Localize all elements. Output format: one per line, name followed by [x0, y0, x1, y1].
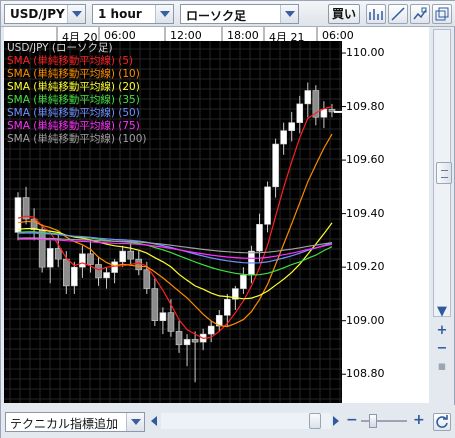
candle-body — [304, 90, 312, 105]
chevron-down-icon[interactable] — [280, 5, 298, 23]
candle-body — [207, 325, 215, 335]
zoom-icon[interactable] — [410, 4, 430, 24]
candle-body — [79, 253, 86, 268]
candle-body — [14, 197, 22, 233]
price-zoom-out-button[interactable]: − — [435, 342, 449, 356]
vertical-scroll-track[interactable] — [433, 29, 452, 317]
time-axis-label: 06:00 — [322, 29, 354, 42]
candle-body — [256, 224, 263, 252]
horizontal-scroll-track[interactable] — [161, 413, 331, 429]
candle-body — [71, 266, 78, 287]
price-axis-label: 108.80 — [346, 367, 385, 381]
candle-body — [38, 229, 46, 268]
crosshair-icon[interactable] — [366, 4, 386, 24]
interval-select-value: 1 hour — [98, 7, 142, 21]
candle-body — [87, 253, 94, 265]
legend-item: SMA (単純移動平均線) (10) — [7, 68, 140, 80]
time-axis-label: 12:00 — [170, 29, 202, 42]
sma-line — [17, 232, 333, 264]
time-zoom-out-button[interactable]: − — [346, 411, 358, 429]
candle-body — [119, 250, 126, 263]
candle-body — [111, 261, 118, 273]
price-axis-label: 109.20 — [346, 260, 385, 274]
price-axis-label: 109.80 — [346, 99, 385, 113]
legend-item: SMA (単純移動平均線) (75) — [7, 120, 140, 132]
price-chart[interactable]: 4月 20 06:00 12:00 18:00 4月 21 06:00 110.00 109… — [4, 27, 429, 403]
candle-body — [224, 298, 231, 316]
candle-body — [103, 272, 110, 279]
time-axis-label: 18:00 — [227, 29, 259, 42]
candle-body — [264, 186, 271, 225]
chevron-down-icon[interactable] — [155, 5, 173, 23]
candle-body — [167, 312, 175, 332]
add-indicator-label: テクニカル指標追加 — [10, 417, 119, 431]
symbol-select[interactable]: USD/JPY — [4, 4, 86, 24]
candle-body — [191, 339, 199, 343]
sma-line — [17, 133, 333, 328]
bottom-bar: テクニカル指標追加 − + — [1, 405, 455, 438]
legend-item: SMA (単純移動平均線) (100) — [7, 133, 147, 145]
candle-body — [175, 331, 183, 346]
symbol-select-value: USD/JPY — [10, 7, 65, 21]
candle-body — [54, 248, 62, 260]
time-axis-label: 06:00 — [104, 29, 136, 42]
legend-item: SMA (単純移動平均線) (35) — [7, 94, 140, 106]
horizontal-scroll-thumb[interactable] — [309, 413, 321, 429]
time-zoom-in-button[interactable]: + — [413, 411, 425, 429]
candle-body — [62, 258, 70, 287]
price-axis-label: 109.60 — [346, 153, 385, 167]
toolbar: USD/JPY 1 hour ローソク足 買い — [1, 1, 455, 27]
candle-body — [95, 264, 102, 279]
slider-knob[interactable] — [369, 414, 377, 428]
buy-button[interactable]: 買い — [328, 4, 360, 24]
time-zoom-slider[interactable] — [361, 414, 407, 428]
legend: USD/JPY (ローソク足) SMA (単純移動平均線) (5) SMA (単純… — [7, 42, 147, 146]
chevron-down-icon[interactable] — [67, 5, 85, 23]
trendline-icon[interactable] — [388, 4, 408, 24]
price-axis-label: 109.40 — [346, 206, 385, 220]
chart-window: USD/JPY 1 hour ローソク足 買い 4月 20 06:00 12:00 1… — [0, 0, 455, 438]
candle-body — [183, 339, 191, 346]
candle-body — [272, 143, 279, 188]
legend-item: SMA (単純移動平均線) (50) — [7, 107, 140, 119]
interval-select[interactable]: 1 hour — [92, 4, 174, 24]
candle-body — [46, 248, 54, 268]
vertical-scroll-thumb[interactable] — [436, 162, 452, 184]
candle-body — [240, 274, 247, 289]
chart-type-select[interactable]: ローソク足 — [180, 4, 299, 24]
price-axis-label: 109.00 — [346, 313, 385, 327]
popout-icon[interactable] — [432, 4, 452, 24]
legend-item: SMA (単純移動平均線) (20) — [7, 81, 140, 93]
candle-body — [159, 312, 167, 321]
chart-type-select-value: ローソク足 — [186, 9, 247, 23]
chevron-down-icon[interactable] — [126, 413, 144, 431]
candle-body — [151, 288, 159, 321]
add-indicator-select[interactable]: テクニカル指標追加 — [5, 412, 145, 432]
candle-body — [288, 122, 296, 131]
scroll-left-icon[interactable] — [151, 416, 157, 426]
price-zoom-in-button[interactable]: + — [435, 324, 449, 338]
candle-body — [127, 250, 134, 260]
candle-body — [280, 130, 287, 145]
slider-track — [361, 420, 407, 422]
price-axis-label: 110.00 — [346, 46, 385, 60]
candle-body — [135, 258, 143, 271]
legend-symbol: USD/JPY (ローソク足) — [7, 42, 113, 54]
candle-body — [296, 103, 304, 123]
candle-body — [143, 269, 151, 289]
horizontal-scrollbar[interactable] — [151, 412, 341, 430]
time-axis-label: 4月 21 — [269, 31, 305, 44]
vertical-scrollbar[interactable]: ▼ + − ▪ — [431, 27, 453, 403]
reset-icon[interactable]: ▪ — [435, 360, 449, 374]
legend-item: SMA (単純移動平均線) (5) — [7, 55, 134, 67]
scroll-down-icon[interactable]: ▼ — [435, 305, 449, 319]
refresh-icon[interactable] — [433, 413, 451, 431]
scroll-right-icon[interactable] — [333, 416, 339, 426]
